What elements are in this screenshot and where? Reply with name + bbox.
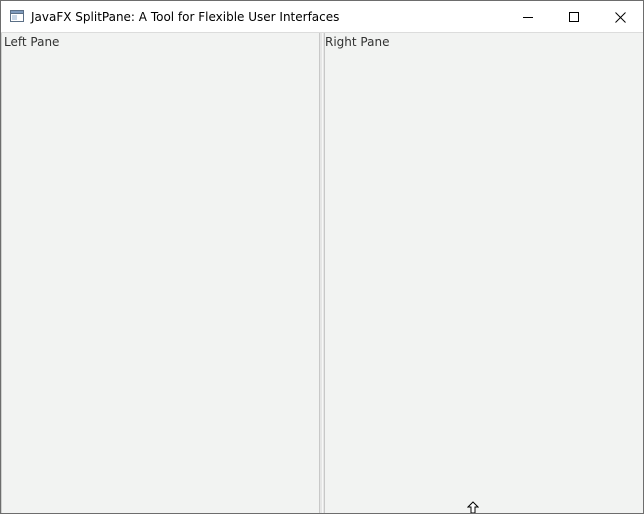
window-title: JavaFX SplitPane: A Tool for Flexible Us… (31, 10, 340, 24)
app-window: JavaFX SplitPane: A Tool for Flexible Us… (0, 0, 644, 514)
maximize-icon (569, 12, 579, 22)
title-bar[interactable]: JavaFX SplitPane: A Tool for Flexible Us… (1, 1, 643, 33)
right-pane-label: Right Pane (325, 35, 390, 49)
left-pane[interactable]: Left Pane (1, 33, 319, 513)
up-arrow-cursor-icon (467, 501, 479, 513)
split-pane: Left Pane Right Pane (1, 33, 643, 513)
app-icon (10, 10, 24, 22)
minimize-button[interactable] (505, 1, 551, 33)
divider-highlight (322, 33, 323, 513)
maximize-button[interactable] (551, 1, 597, 33)
left-pane-label: Left Pane (4, 35, 60, 49)
close-icon (614, 11, 626, 23)
minimize-icon (523, 17, 533, 18)
close-button[interactable] (597, 1, 643, 33)
right-pane[interactable]: Right Pane (325, 33, 643, 513)
